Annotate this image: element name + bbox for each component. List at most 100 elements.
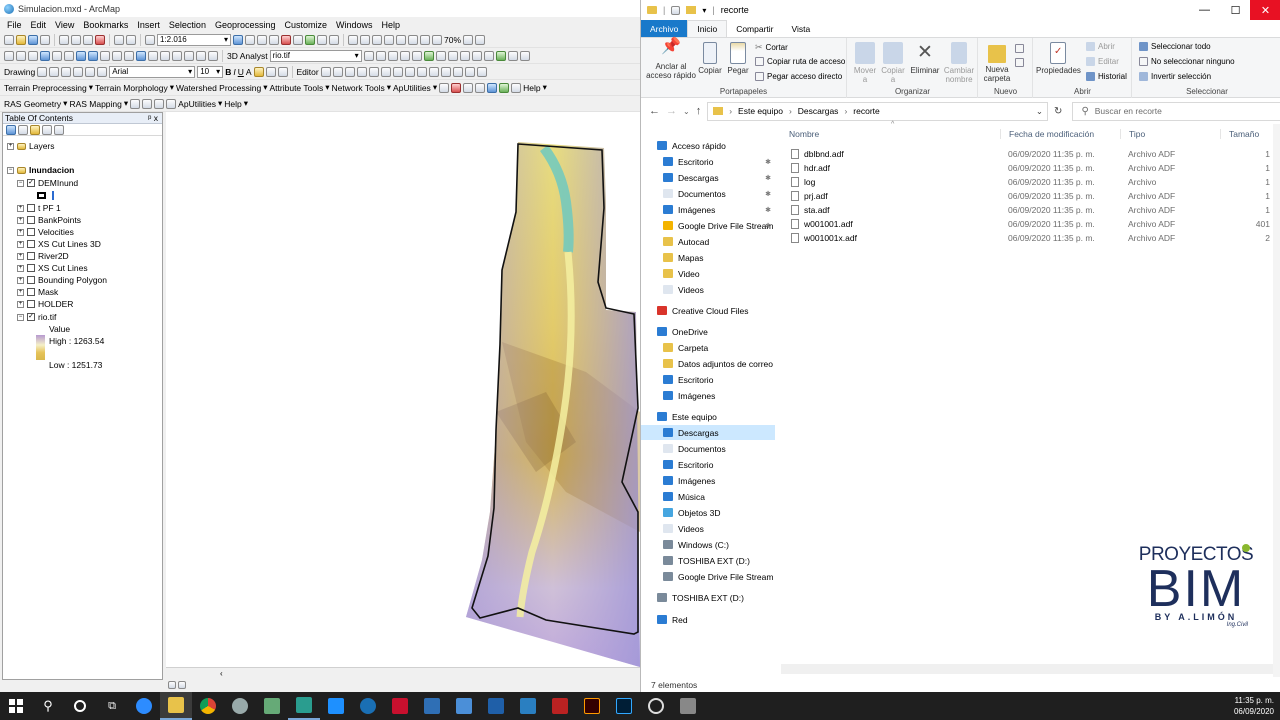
nav-item-onedrive-1[interactable]: Datos adjuntos de correo ele [641, 356, 775, 371]
toc-layer-tpf1[interactable]: + t PF 1 [17, 202, 61, 214]
delete-icon[interactable] [95, 34, 105, 45]
full-extent-icon[interactable] [40, 50, 50, 61]
copy-path-button[interactable]: Copiar ruta de acceso [755, 57, 845, 66]
nav-item-pc-4[interactable]: Música [641, 489, 775, 504]
editor-menu[interactable]: Editor [297, 67, 319, 77]
hydro-icon-4[interactable] [475, 82, 486, 93]
layer-checkbox[interactable]: ✓ [27, 179, 35, 187]
invert-selection-button[interactable]: Invertir selección [1139, 72, 1211, 81]
menu-windows[interactable]: Windows [336, 20, 373, 30]
menu-customize[interactable]: Customize [285, 20, 328, 30]
cut-polygon-icon[interactable] [416, 66, 427, 77]
analyst-icon-5[interactable] [411, 50, 422, 61]
start-button[interactable] [0, 692, 32, 720]
toolbar-icon-7[interactable] [396, 34, 406, 45]
nav-item-pc-5[interactable]: Objetos 3D [641, 505, 775, 520]
breadcrumb-este-equipo[interactable]: Este equipo [738, 106, 783, 116]
new-item-icon[interactable] [1015, 44, 1024, 53]
column-tamano[interactable]: Tamaño [1220, 129, 1280, 139]
toc-layer-mask[interactable]: + Mask [17, 286, 58, 298]
address-box[interactable]: › Este equipo › Descargas › recorte ⌄ [707, 101, 1049, 121]
taskbar-search[interactable]: ⚲ [32, 692, 64, 720]
file-row[interactable]: w001001x.adf 06/09/2020 11:35 p. m. Archiv… [781, 231, 1280, 245]
ras-icon-4[interactable] [166, 98, 177, 109]
nav-item-onedrive-3[interactable]: Imágenes [641, 388, 775, 403]
toc-pin-close[interactable]: ᵖ x [148, 113, 158, 123]
drawing-menu[interactable]: Drawing [4, 67, 35, 77]
column-nombre[interactable]: Nombre [781, 129, 1000, 139]
menu-insert[interactable]: Insert [137, 20, 160, 30]
create-features-icon[interactable] [476, 66, 487, 77]
map-view[interactable] [166, 112, 640, 667]
catalog-window-icon[interactable] [257, 34, 267, 45]
file-row[interactable]: sta.adf 06/09/2020 11:35 p. m. Archivo ADF… [781, 203, 1280, 217]
scale-combo[interactable]: 1:2.016 ▾ [157, 33, 231, 46]
layout-view-icon[interactable] [178, 681, 186, 689]
italic-icon[interactable]: I [233, 67, 235, 77]
nav-item-quick-0[interactable]: Escritorio ✱ [641, 154, 775, 169]
toc-layer-xs-cut-lines[interactable]: + XS Cut Lines [17, 262, 88, 274]
bold-icon[interactable]: B [225, 67, 231, 77]
taskbar-app-9[interactable] [672, 692, 704, 720]
edit-annotation-icon[interactable] [332, 66, 343, 77]
toolbar-icon-3[interactable] [348, 34, 358, 45]
nav-item-onedrive-2[interactable]: Escritorio [641, 372, 775, 387]
taskbar-task-view[interactable]: ⧉ [96, 692, 128, 720]
text-tool-icon[interactable] [97, 66, 108, 77]
tab-compartir[interactable]: Compartir [727, 20, 782, 37]
fill-color-icon[interactable] [253, 66, 264, 77]
select-elements-icon[interactable] [124, 50, 134, 61]
analyst-icon-6[interactable] [423, 50, 434, 61]
hydro-icon-6[interactable] [499, 82, 510, 93]
nav-item-red[interactable]: Red [641, 612, 775, 627]
new-folder-quick-icon[interactable] [686, 6, 697, 14]
file-row[interactable]: dblbnd.adf 06/09/2020 11:35 p. m. Archivo … [781, 147, 1280, 161]
menu-view[interactable]: View [55, 20, 74, 30]
analyst-icon-3[interactable] [387, 50, 398, 61]
fixed-zoom-out-icon[interactable] [64, 50, 74, 61]
taskbar-app-2[interactable] [256, 692, 288, 720]
select-none-button[interactable]: No seleccionar ninguno [1139, 57, 1235, 66]
toolbar-icon-4[interactable] [360, 34, 370, 45]
toc-layer-bounding-polygon[interactable]: + Bounding Polygon [17, 274, 107, 286]
hyperlink-icon[interactable] [172, 50, 182, 61]
taskbar-app-8[interactable] [640, 692, 672, 720]
forward-arrow-icon[interactable]: → [666, 105, 677, 117]
pin-icon[interactable]: ✱ [765, 158, 771, 166]
analyst-icon-4[interactable] [399, 50, 410, 61]
data-view-icon[interactable] [168, 681, 176, 689]
minimize-icon[interactable]: — [1189, 0, 1220, 20]
rectangle-icon[interactable] [73, 66, 84, 77]
nav-item-acceso-rapido[interactable]: Acceso rápido [641, 138, 775, 153]
rotate-icon[interactable] [49, 66, 60, 77]
taskbar-app-7[interactable] [544, 692, 576, 720]
print-icon[interactable] [40, 34, 50, 45]
hydro-icon-7[interactable] [511, 82, 522, 93]
column-tipo[interactable]: Tipo [1120, 129, 1220, 139]
nav-item-pc-3[interactable]: Imágenes [641, 473, 775, 488]
nav-item-quick-3[interactable]: Imágenes ✱ [641, 202, 775, 217]
analyst-icon-7[interactable] [435, 50, 446, 61]
select-elements-draw-icon[interactable] [37, 66, 48, 77]
file-list-vertical-scrollbar[interactable] [1273, 124, 1280, 677]
ras-mapping-menu[interactable]: RAS Mapping [69, 99, 121, 109]
toolbar-icon-2[interactable] [329, 34, 339, 45]
file-row[interactable]: log 06/09/2020 11:35 p. m. Archivo 1 K [781, 175, 1280, 189]
clear-selection-icon[interactable] [112, 50, 122, 61]
toc-layer-xs-cut-lines-3d[interactable]: + XS Cut Lines 3D [17, 238, 101, 250]
menu-selection[interactable]: Selection [169, 20, 206, 30]
properties-quick-icon[interactable] [671, 5, 681, 15]
trace-icon[interactable] [368, 66, 379, 77]
time-slider-icon[interactable] [196, 50, 206, 61]
pin-icon[interactable]: ✱ [765, 222, 771, 230]
toc-options-icon[interactable] [54, 125, 64, 135]
zoom-percent[interactable]: 70% [444, 35, 461, 45]
zoom-whole-page-icon[interactable] [61, 66, 72, 77]
toc-layer-velocities[interactable]: + Velocities [17, 226, 74, 238]
ras-icon-2[interactable] [142, 98, 153, 109]
zoom-out-icon[interactable] [16, 50, 26, 61]
taskbar-illustrator[interactable] [576, 692, 608, 720]
taskbar-app-4[interactable] [352, 692, 384, 720]
taskbar-cortana[interactable] [64, 692, 96, 720]
collapse-icon[interactable]: − [7, 166, 14, 174]
